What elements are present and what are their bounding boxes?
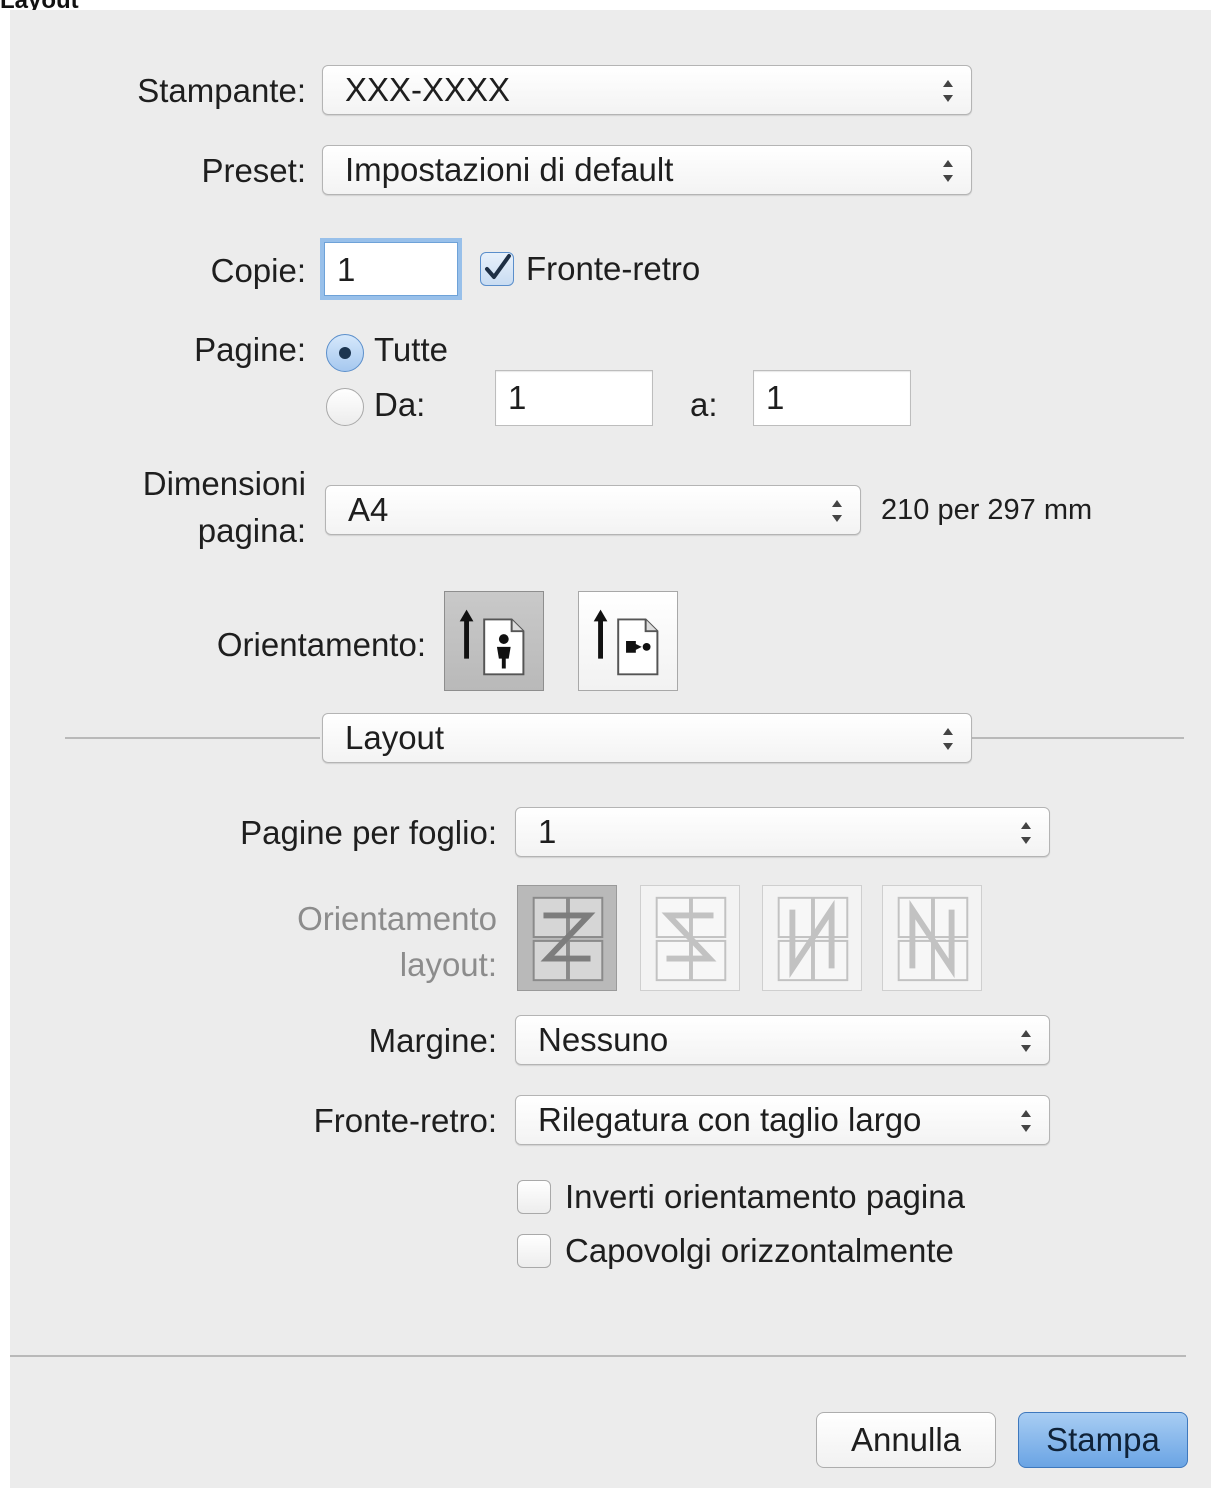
paper-size-select[interactable]: A4 — [325, 485, 861, 535]
layout-direction-label-line2: layout: — [399, 946, 497, 983]
pages-range-label[interactable]: Da: — [374, 386, 425, 424]
border-select[interactable]: Nessuno — [515, 1015, 1050, 1065]
layout-direction-reverse-n-button[interactable] — [882, 885, 982, 991]
updown-arrows-icon — [943, 728, 953, 750]
portrait-icon — [459, 609, 525, 676]
layout-direction-z-button[interactable] — [517, 885, 617, 991]
pages-to-label: a: — [690, 386, 718, 423]
pages-all-radio[interactable] — [326, 334, 364, 372]
border-label: Margine: — [368, 1022, 497, 1059]
paper-size-label-line2: pagina: — [197, 512, 306, 549]
portrait-orientation-button[interactable] — [444, 591, 544, 691]
copies-value: 1 — [337, 251, 356, 288]
copies-input[interactable]: 1 — [324, 242, 458, 296]
checkmark-icon — [485, 254, 511, 279]
section-select[interactable]: Layout — [322, 713, 972, 763]
n-order-icon — [777, 896, 849, 982]
pages-from-input[interactable]: 1 — [495, 370, 653, 426]
pages-label: Pagine: — [194, 331, 306, 368]
section-value: Layout — [345, 719, 445, 756]
updown-arrows-icon — [1021, 1110, 1031, 1132]
layout-direction-label-line1: Orientamento — [297, 900, 497, 937]
updown-arrows-icon — [1021, 1030, 1031, 1052]
paper-size-value: A4 — [348, 491, 389, 528]
paper-dimensions: 210 per 297 mm — [881, 494, 1093, 526]
two-sided-select[interactable]: Rilegatura con taglio largo — [515, 1095, 1050, 1145]
updown-arrows-icon — [832, 500, 842, 522]
duplex-checkbox[interactable] — [480, 252, 514, 286]
two-sided-label: Fronte-retro: — [313, 1102, 497, 1139]
border-value: Nessuno — [538, 1021, 669, 1058]
pages-to-value: 1 — [766, 379, 785, 416]
duplex-checkbox-label[interactable]: Fronte-retro — [526, 250, 700, 288]
divider-right — [972, 737, 1184, 739]
reverse-z-order-icon — [655, 896, 727, 982]
pages-range-radio[interactable] — [326, 388, 364, 426]
landscape-icon — [593, 609, 659, 676]
reverse-n-order-icon — [897, 896, 969, 982]
divider-left — [65, 737, 320, 739]
preset-label: Preset: — [201, 152, 306, 189]
pages-from-value: 1 — [508, 379, 527, 416]
printer-label: Stampante: — [137, 72, 306, 109]
updown-arrows-icon — [1021, 822, 1031, 844]
reverse-orientation-checkbox[interactable] — [517, 1180, 551, 1214]
print-dialog: Stampante: XXX-XXXX Preset: Impostazioni… — [10, 10, 1211, 1488]
orientation-label: Orientamento: — [216, 626, 426, 663]
printer-value: XXX-XXXX — [345, 71, 511, 108]
landscape-orientation-button[interactable] — [578, 591, 678, 691]
pages-per-sheet-select[interactable]: 1 — [515, 807, 1050, 857]
footer-divider — [10, 1355, 1186, 1357]
flip-horizontal-label[interactable]: Capovolgi orizzontalmente — [565, 1232, 954, 1270]
updown-arrows-icon — [943, 80, 953, 102]
layout-direction-reverse-z-button[interactable] — [640, 885, 740, 991]
updown-arrows-icon — [943, 160, 953, 182]
two-sided-value: Rilegatura con taglio largo — [538, 1101, 922, 1138]
pages-all-label[interactable]: Tutte — [374, 331, 448, 369]
flip-horizontal-checkbox[interactable] — [517, 1234, 551, 1268]
cancel-button[interactable]: Annulla — [816, 1412, 996, 1468]
print-button[interactable]: Stampa — [1018, 1412, 1188, 1468]
pages-per-sheet-value: 1 — [538, 813, 557, 850]
copies-label: Copie: — [210, 252, 306, 289]
z-order-icon — [532, 896, 604, 982]
preset-value: Impostazioni di default — [345, 151, 674, 188]
preset-select[interactable]: Impostazioni di default — [322, 145, 972, 195]
paper-size-label-line1: Dimensioni — [142, 465, 306, 502]
printer-select[interactable]: XXX-XXXX — [322, 65, 972, 115]
reverse-orientation-label[interactable]: Inverti orientamento pagina — [565, 1178, 965, 1216]
pages-to-input[interactable]: 1 — [753, 370, 911, 426]
pages-per-sheet-label: Pagine per foglio: — [240, 814, 497, 851]
layout-direction-n-button[interactable] — [762, 885, 862, 991]
